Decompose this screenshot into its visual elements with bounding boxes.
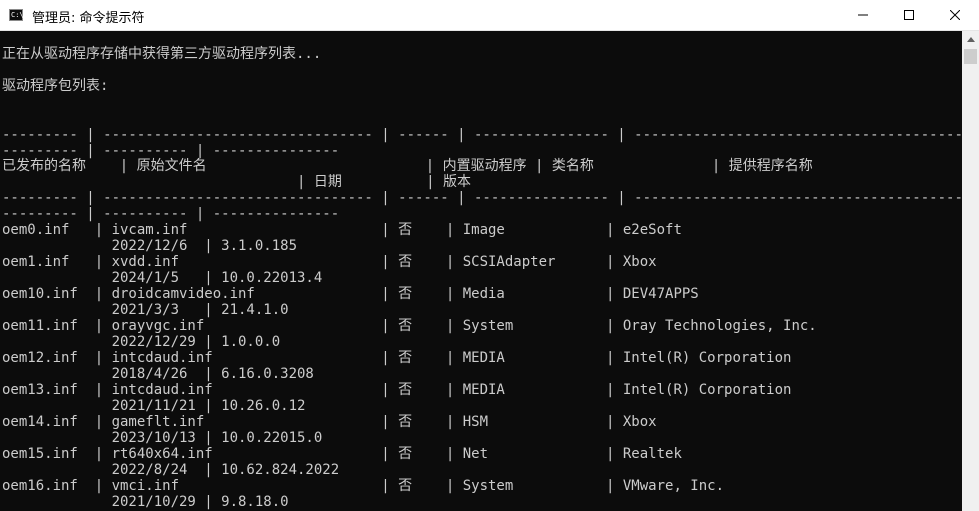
console-line: oem12.inf | intcdaud.inf | 否 | MEDIA | I… bbox=[2, 350, 792, 366]
console-line: 2022/8/24 | 10.62.824.2022 bbox=[2, 462, 340, 478]
console-line: 正在从驱动程序存储中获得第三方驱动程序列表... bbox=[2, 46, 322, 62]
console-line: oem11.inf | orayvgc.inf | 否 | System | O… bbox=[2, 318, 817, 334]
scroll-up-button[interactable] bbox=[962, 31, 979, 48]
minimize-button[interactable] bbox=[840, 0, 886, 30]
vertical-scrollbar[interactable] bbox=[962, 31, 979, 511]
console-line: 2022/12/6 | 3.1.0.185 bbox=[2, 238, 298, 254]
console-line: 已发布的名称 | 原始文件名 | 内置驱动程序 | 类名称 | 提供程序名称 bbox=[2, 158, 813, 174]
close-icon bbox=[950, 10, 960, 20]
maximize-button[interactable] bbox=[886, 0, 932, 30]
cmd-app-icon: C:\ bbox=[9, 9, 24, 21]
console-line: --------- | ----------------------------… bbox=[2, 190, 962, 206]
console-line: 2021/11/21 | 10.26.0.12 bbox=[2, 398, 306, 414]
console-line: 驱动程序包列表: bbox=[2, 78, 109, 94]
scrollbar-thumb[interactable] bbox=[964, 49, 977, 64]
console-line: --------- | ---------- | --------------- bbox=[2, 143, 340, 159]
title-bar[interactable]: C:\ 管理员: 命令提示符 bbox=[0, 0, 979, 31]
console-output[interactable]: 正在从驱动程序存储中获得第三方驱动程序列表... 驱动程序包列表: --------… bbox=[0, 31, 962, 511]
console-line: | 日期 | 版本 bbox=[2, 174, 472, 190]
console-line: oem0.inf | ivcam.inf | 否 | Image | e2eSo… bbox=[2, 222, 682, 238]
console-line: 2018/4/26 | 6.16.0.3208 bbox=[2, 366, 314, 382]
console-line: 2022/12/29 | 1.0.0.0 bbox=[2, 334, 281, 350]
console-line: --------- | ---------- | --------------- bbox=[2, 206, 340, 222]
console-line: 2021/3/3 | 21.4.1.0 bbox=[2, 302, 289, 318]
console-line: --------- | ----------------------------… bbox=[2, 127, 962, 143]
minimize-icon bbox=[858, 14, 868, 16]
console-line: oem10.inf | droidcamvideo.inf | 否 | Medi… bbox=[2, 286, 699, 302]
console-line: 2021/10/29 | 9.8.18.0 bbox=[2, 494, 289, 510]
console-line: oem15.inf | rt640x64.inf | 否 | Net | Rea… bbox=[2, 446, 682, 462]
window-title: 管理员: 命令提示符 bbox=[32, 11, 145, 26]
console-line: oem16.inf | vmci.inf | 否 | System | VMwa… bbox=[2, 478, 725, 494]
scroll-up-arrow-icon bbox=[966, 37, 975, 42]
console-line: oem1.inf | xvdd.inf | 否 | SCSIAdapter | … bbox=[2, 254, 657, 270]
console-line: oem14.inf | gameflt.inf | 否 | HSM | Xbox bbox=[2, 414, 657, 430]
maximize-icon bbox=[904, 10, 914, 20]
console-line: oem13.inf | intcdaud.inf | 否 | MEDIA | I… bbox=[2, 382, 792, 398]
console-line: 2024/1/5 | 10.0.22013.4 bbox=[2, 270, 323, 286]
close-button[interactable] bbox=[932, 0, 978, 30]
console-line: 2023/10/13 | 10.0.22015.0 bbox=[2, 430, 323, 446]
